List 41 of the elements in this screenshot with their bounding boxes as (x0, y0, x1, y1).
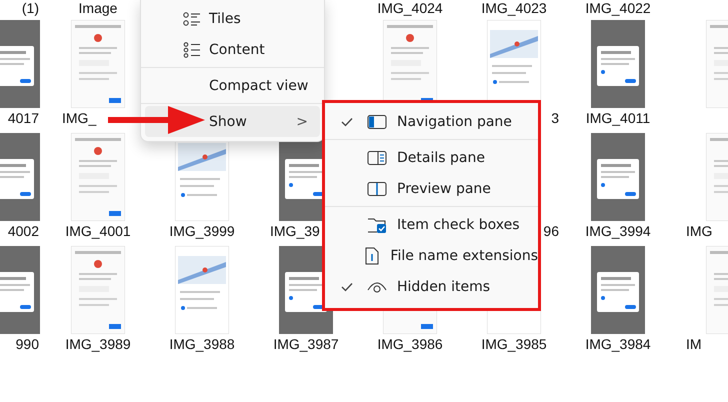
file-name: IMG_4001 (65, 222, 131, 241)
menu-item[interactable]: Preview pane (325, 173, 538, 204)
file-name: IMG_3987 (273, 335, 339, 354)
list-icon (183, 42, 201, 58)
file-name: 990 (16, 335, 39, 354)
file-name: IMG_39 (270, 222, 320, 241)
file-name: IMG_3984 (585, 335, 651, 354)
eye-icon (367, 280, 387, 294)
file-name: IMG (686, 222, 712, 241)
folder-checkbox-icon (367, 216, 387, 234)
file-name: IMG_4023 (481, 1, 547, 16)
details-pane-icon (367, 150, 387, 166)
menu-item[interactable]: Item check boxes (325, 209, 538, 240)
menu-item[interactable]: Content (145, 34, 320, 65)
file-name: IMG_3989 (65, 335, 131, 354)
file-name: 4017 (8, 109, 39, 128)
file-name: IMG_3988 (169, 335, 235, 354)
file-name: (1) (22, 1, 39, 16)
menu-item[interactable]: File name extensions (325, 240, 538, 271)
file-name: IMG_4022 (585, 1, 651, 16)
tiles-icon (183, 10, 201, 26)
menu-item[interactable]: Details pane (325, 142, 538, 173)
file-name: IMG_3999 (169, 222, 235, 241)
file-name: 96 (543, 222, 559, 241)
file-name: 4002 (8, 222, 39, 241)
document-icon (364, 246, 380, 264)
menu-item[interactable]: Compact view (145, 70, 320, 101)
file-name: IMG_3994 (585, 222, 651, 241)
preview-pane-icon (367, 180, 387, 196)
file-name: IMG_4024 (377, 1, 443, 16)
file-name: IMG_3986 (377, 335, 443, 354)
file-name: IMG_ (62, 109, 96, 128)
menu-item[interactable]: Hidden items (325, 271, 538, 302)
menu-item[interactable]: Tiles (145, 3, 320, 34)
menu-item[interactable]: Navigation pane (325, 106, 538, 137)
file-name: 3 (551, 109, 559, 128)
file-name: IMG_4011 (586, 109, 650, 128)
file-name: IM (686, 335, 702, 354)
file-name: Image (78, 1, 118, 16)
navigation-pane-icon (367, 114, 387, 130)
file-name: IMG_3985 (481, 335, 547, 354)
